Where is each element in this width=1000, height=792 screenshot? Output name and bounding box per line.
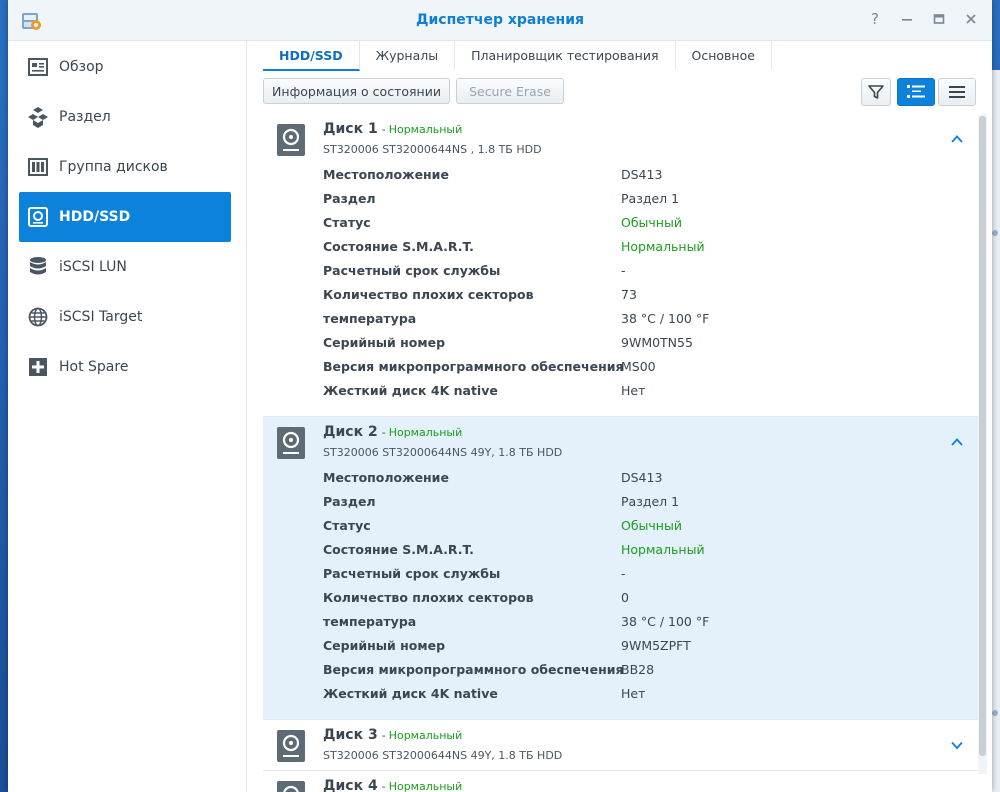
field-row: Версия микропрограммного обеспечения BB28 [323, 662, 655, 677]
sidebar-item-volume[interactable]: Раздел [19, 92, 231, 142]
disk-item[interactable]: Диск 3- Нормальный ST320006 ST32000644NS … [263, 720, 978, 771]
field-row: Количество плохих секторов 73 [323, 287, 637, 302]
filter-button[interactable] [861, 78, 891, 106]
hdd-icon [277, 124, 305, 156]
secure-erase-button[interactable]: Secure Erase [456, 78, 564, 104]
tab-logs[interactable]: Журналы [360, 41, 456, 69]
compact-view-button[interactable] [938, 78, 976, 106]
overview-icon [27, 56, 49, 78]
field-row: Состояние S.M.A.R.T. Нормальный [323, 542, 705, 557]
sidebar-item-label: Обзор [59, 59, 104, 75]
field-row: температура 38 °C / 100 °F [323, 311, 710, 326]
disk-model: ST320006 ST32000644NS 49Y, 1.8 ТБ HDD [323, 749, 563, 762]
chevron-up-icon[interactable] [950, 132, 964, 146]
disk-status: Нормальный [388, 123, 463, 136]
desktop-marker [992, 710, 998, 716]
hdd-icon [277, 427, 305, 459]
tab-general[interactable]: Основное [676, 41, 772, 69]
hdd-icon [277, 781, 305, 792]
volume-icon [27, 106, 49, 128]
field-row: Состояние S.M.A.R.T. Нормальный [323, 239, 705, 254]
sidebar-item-label: iSCSI Target [59, 309, 143, 325]
disk-status: Нормальный [388, 729, 463, 742]
title-bar[interactable]: Диспетчер хранения ? [8, 0, 992, 41]
hot-spare-icon [27, 356, 49, 378]
sidebar-item-hdd-ssd[interactable]: HDD/SSD [19, 192, 231, 242]
sidebar-item-label: Раздел [59, 109, 111, 125]
field-row: Серийный номер 9WM0TN55 [323, 335, 693, 350]
field-row: Жесткий диск 4K native Нет [323, 686, 646, 701]
disk-item[interactable]: Диск 1- Нормальный ST320006 ST32000644NS … [263, 114, 978, 417]
field-row: температура 38 °C / 100 °F [323, 614, 710, 629]
field-row: Местоположение DS413 [323, 470, 663, 485]
sidebar-item-iscsi-target[interactable]: iSCSI Target [19, 292, 231, 342]
sidebar-item-label: HDD/SSD [59, 209, 131, 225]
sidebar-item-label: Группа дисков [59, 159, 168, 175]
field-row: Количество плохих секторов 0 [323, 590, 629, 605]
sidebar-item-iscsi-lun[interactable]: iSCSI LUN [19, 242, 231, 292]
chevron-up-icon[interactable] [950, 435, 964, 449]
sidebar-item-label: iSCSI LUN [59, 259, 127, 275]
hdd-icon [27, 206, 49, 228]
disk-title: Диск 1- Нормальный [323, 121, 463, 137]
field-row: Версия микропрограммного обеспечения MS00 [323, 359, 656, 374]
disk-title: Диск 3- Нормальный [323, 727, 463, 743]
filter-icon [868, 85, 884, 99]
disk-title: Диск 4- Нормальный [323, 778, 463, 792]
toolbar: Информация о состоянии Secure Erase [263, 78, 983, 106]
field-row: Местоположение DS413 [323, 167, 663, 182]
disk-model: ST320006 ST32000644NS 49Y, 1.8 ТБ HDD [323, 446, 563, 459]
disk-status: Нормальный [388, 426, 463, 439]
sidebar-item-disk-group[interactable]: Группа дисков [19, 142, 231, 192]
sidebar-item-hot-spare[interactable]: Hot Spare [19, 342, 231, 392]
disk-title: Диск 2- Нормальный [323, 424, 463, 440]
field-row: Статус Обычный [323, 518, 682, 533]
detail-view-button[interactable] [897, 78, 935, 106]
chevron-down-icon[interactable] [950, 738, 964, 752]
detail-list-icon [907, 85, 925, 98]
sidebar: Обзор Раздел Группа дисков HDD/SSD iSCSI… [8, 41, 247, 792]
disk-item[interactable]: Диск 4- Нормальный [263, 771, 978, 792]
sidebar-item-overview[interactable]: Обзор [19, 42, 231, 92]
list-scrollbar[interactable] [978, 114, 987, 774]
health-info-button[interactable]: Информация о состоянии [263, 78, 450, 104]
field-row: Статус Обычный [323, 215, 682, 230]
field-row: Раздел Раздел 1 [323, 191, 680, 206]
target-icon [27, 306, 49, 328]
tab-bar: HDD/SSD Журналы Планировщик тестирования… [263, 41, 772, 71]
scrollbar-thumb[interactable] [979, 116, 986, 756]
disk-model: ST320006 ST32000644NS , 1.8 ТБ HDD [323, 143, 542, 156]
sidebar-item-label: Hot Spare [59, 359, 129, 375]
field-row: Раздел Раздел 1 [323, 494, 680, 509]
field-row: Серийный номер 9WM5ZPFT [323, 638, 691, 653]
disk-item[interactable]: Диск 2- Нормальный ST320006 ST32000644NS … [263, 417, 978, 720]
storage-manager-window: Диспетчер хранения ? Обзор Раздел Группа… [8, 0, 992, 792]
disk-group-icon [27, 156, 49, 178]
maximize-icon[interactable] [930, 10, 948, 28]
list-icon [949, 86, 965, 98]
disk-status: Нормальный [388, 780, 463, 792]
close-icon[interactable] [962, 10, 980, 28]
field-row: Расчетный срок службы - [323, 263, 626, 278]
field-row: Расчетный срок службы - [323, 566, 626, 581]
window-title: Диспетчер хранения [416, 12, 584, 28]
hdd-icon [277, 730, 305, 762]
tab-test-scheduler[interactable]: Планировщик тестирования [455, 41, 676, 69]
desktop-marker [992, 230, 998, 236]
field-row: Жесткий диск 4K native Нет [323, 383, 646, 398]
lun-icon [27, 256, 49, 278]
minimize-icon[interactable] [898, 10, 916, 28]
tab-hdd-ssd[interactable]: HDD/SSD [263, 41, 360, 71]
disk-list: Диск 1- Нормальный ST320006 ST32000644NS … [263, 114, 978, 792]
help-icon[interactable]: ? [866, 10, 884, 28]
main-panel: HDD/SSD Журналы Планировщик тестирования… [247, 41, 992, 792]
